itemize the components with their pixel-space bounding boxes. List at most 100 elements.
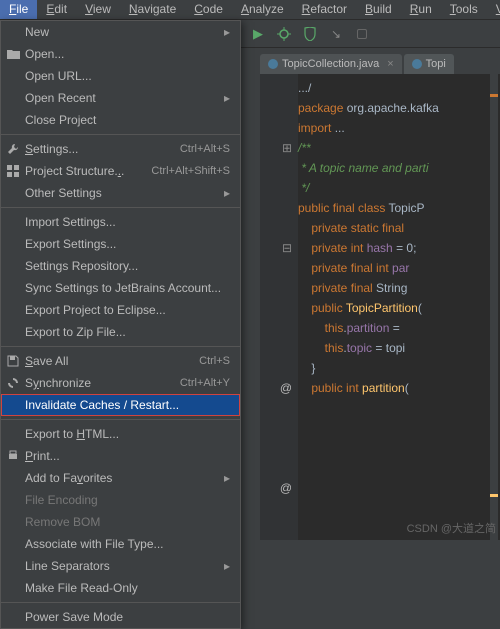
menu-item-export-to-zip-file[interactable]: Export to Zip File... — [1, 321, 240, 343]
file-type-icon — [268, 59, 278, 69]
down-icon[interactable]: ↘ — [328, 26, 344, 42]
menu-item-label: Add to Favorites — [25, 471, 224, 485]
separator — [1, 207, 240, 208]
menu-navigate[interactable]: Navigate — [120, 0, 185, 19]
menu-file[interactable]: File — [0, 0, 37, 19]
scrollbar-marks[interactable] — [490, 74, 498, 540]
menu-item-export-settings[interactable]: Export Settings... — [1, 233, 240, 255]
menu-item-label: Settings Repository... — [25, 259, 230, 273]
menu-edit[interactable]: Edit — [37, 0, 76, 19]
menu-item-label: New — [25, 25, 224, 39]
grid-icon — [6, 164, 20, 178]
menu-item-export-project-to-eclipse[interactable]: Export Project to Eclipse... — [1, 299, 240, 321]
menu-refactor[interactable]: Refactor — [293, 0, 356, 19]
menu-item-power-save-mode[interactable]: Power Save Mode — [1, 606, 240, 628]
menu-item-export-to-html[interactable]: Export to HTML... — [1, 423, 240, 445]
menu-item-label: Export to HTML... — [25, 427, 230, 441]
menu-tools[interactable]: Tools — [441, 0, 487, 19]
menu-item-label: Synchronize — [25, 376, 180, 390]
gutter: ⊞⊟@@ — [260, 74, 298, 540]
print-icon — [6, 449, 20, 463]
stop-icon[interactable] — [354, 26, 370, 42]
menu-item-settings-repository[interactable]: Settings Repository... — [1, 255, 240, 277]
menu-item-invalidate-caches-restart[interactable]: Invalidate Caches / Restart... — [1, 394, 240, 416]
menu-item-label: Export Settings... — [25, 237, 230, 251]
menu-item-remove-bom: Remove BOM — [1, 511, 240, 533]
menu-item-save-all[interactable]: Save AllCtrl+S — [1, 350, 240, 372]
save-icon — [6, 354, 20, 368]
menu-item-label: Invalidate Caches / Restart... — [25, 398, 230, 412]
shortcut: Ctrl+Alt+Shift+S — [151, 165, 230, 177]
menu-item-make-file-read-only[interactable]: Make File Read-Only — [1, 577, 240, 599]
menu-item-open-recent[interactable]: Open Recent▸ — [1, 87, 240, 109]
menu-item-print[interactable]: Print... — [1, 445, 240, 467]
tab-TopicCollection.java[interactable]: TopicCollection.java × — [260, 54, 402, 74]
menu-item-sync-settings-to-jetbrains-account[interactable]: Sync Settings to JetBrains Account... — [1, 277, 240, 299]
menu-item-label: Power Save Mode — [25, 610, 230, 624]
menu-item-label: Line Separators — [25, 559, 224, 573]
menu-item-label: Export Project to Eclipse... — [25, 303, 230, 317]
menu-item-label: Open... — [25, 47, 230, 61]
code-editor[interactable]: ⊞⊟@@ .../package org.apache.kafkaimport … — [260, 74, 500, 540]
menu-item-add-to-favorites[interactable]: Add to Favorites▸ — [1, 467, 240, 489]
menu-code[interactable]: Code — [185, 0, 232, 19]
menu-analyze[interactable]: Analyze — [232, 0, 293, 19]
sync-icon — [6, 376, 20, 390]
menu-item-label: Make File Read-Only — [25, 581, 230, 595]
menu-item-label: File Encoding — [25, 493, 230, 507]
menu-build[interactable]: Build — [356, 0, 401, 19]
debug-icon[interactable] — [276, 26, 292, 42]
tab-label: TopicCollection.java — [282, 58, 379, 70]
submenu-arrow-icon: ▸ — [224, 559, 230, 573]
separator — [1, 134, 240, 135]
shortcut: Ctrl+Alt+Y — [180, 377, 230, 389]
run-icon[interactable]: ▶ — [250, 26, 266, 42]
menu-item-file-encoding: File Encoding — [1, 489, 240, 511]
menu-item-line-separators[interactable]: Line Separators▸ — [1, 555, 240, 577]
menu-run[interactable]: Run — [401, 0, 441, 19]
folder-icon — [6, 47, 20, 61]
close-icon[interactable]: × — [387, 58, 393, 70]
menu-view[interactable]: View — [76, 0, 120, 19]
menu-item-label: Import Settings... — [25, 215, 230, 229]
shortcut: Ctrl+S — [199, 355, 230, 367]
menubar: FileEditViewNavigateCodeAnalyzeRefactorB… — [0, 0, 500, 20]
menu-item-label: Other Settings — [25, 186, 224, 200]
menu-item-label: Open URL... — [25, 69, 230, 83]
tab-Topi[interactable]: Topi — [404, 54, 454, 74]
menu-item-new[interactable]: New▸ — [1, 21, 240, 43]
menu-item-label: Project Structure... — [25, 164, 151, 178]
menu-item-label: Export to Zip File... — [25, 325, 230, 339]
shortcut: Ctrl+Alt+S — [180, 143, 230, 155]
submenu-arrow-icon: ▸ — [224, 91, 230, 105]
coverage-icon[interactable] — [302, 26, 318, 42]
code-area[interactable]: .../package org.apache.kafkaimport .../*… — [298, 78, 490, 398]
menu-vcs[interactable]: VCS — [487, 0, 500, 19]
menu-item-import-settings[interactable]: Import Settings... — [1, 211, 240, 233]
watermark: CSDN @大道之简 — [407, 520, 496, 536]
menu-item-open-url[interactable]: Open URL... — [1, 65, 240, 87]
menu-item-other-settings[interactable]: Other Settings▸ — [1, 182, 240, 204]
menu-item-label: Save All — [25, 354, 199, 368]
menu-item-label: Sync Settings to JetBrains Account... — [25, 281, 230, 295]
file-type-icon — [412, 59, 422, 69]
submenu-arrow-icon: ▸ — [224, 471, 230, 485]
separator — [1, 419, 240, 420]
menu-item-open[interactable]: Open... — [1, 43, 240, 65]
submenu-arrow-icon: ▸ — [224, 186, 230, 200]
menu-item-label: Associate with File Type... — [25, 537, 230, 551]
menu-item-label: Close Project — [25, 113, 230, 127]
tab-label: Topi — [426, 58, 446, 70]
menu-item-label: Remove BOM — [25, 515, 230, 529]
menu-item-synchronize[interactable]: SynchronizeCtrl+Alt+Y — [1, 372, 240, 394]
submenu-arrow-icon: ▸ — [224, 25, 230, 39]
menu-item-label: Settings... — [25, 142, 180, 156]
menu-item-settings[interactable]: Settings...Ctrl+Alt+S — [1, 138, 240, 160]
wrench-icon — [6, 142, 20, 156]
file-menu-dropdown: New▸Open...Open URL...Open Recent▸Close … — [0, 20, 241, 629]
menu-item-project-structure[interactable]: Project Structure...Ctrl+Alt+Shift+S — [1, 160, 240, 182]
menu-item-close-project[interactable]: Close Project — [1, 109, 240, 131]
separator — [1, 346, 240, 347]
menu-item-label: Print... — [25, 449, 230, 463]
menu-item-associate-with-file-type[interactable]: Associate with File Type... — [1, 533, 240, 555]
